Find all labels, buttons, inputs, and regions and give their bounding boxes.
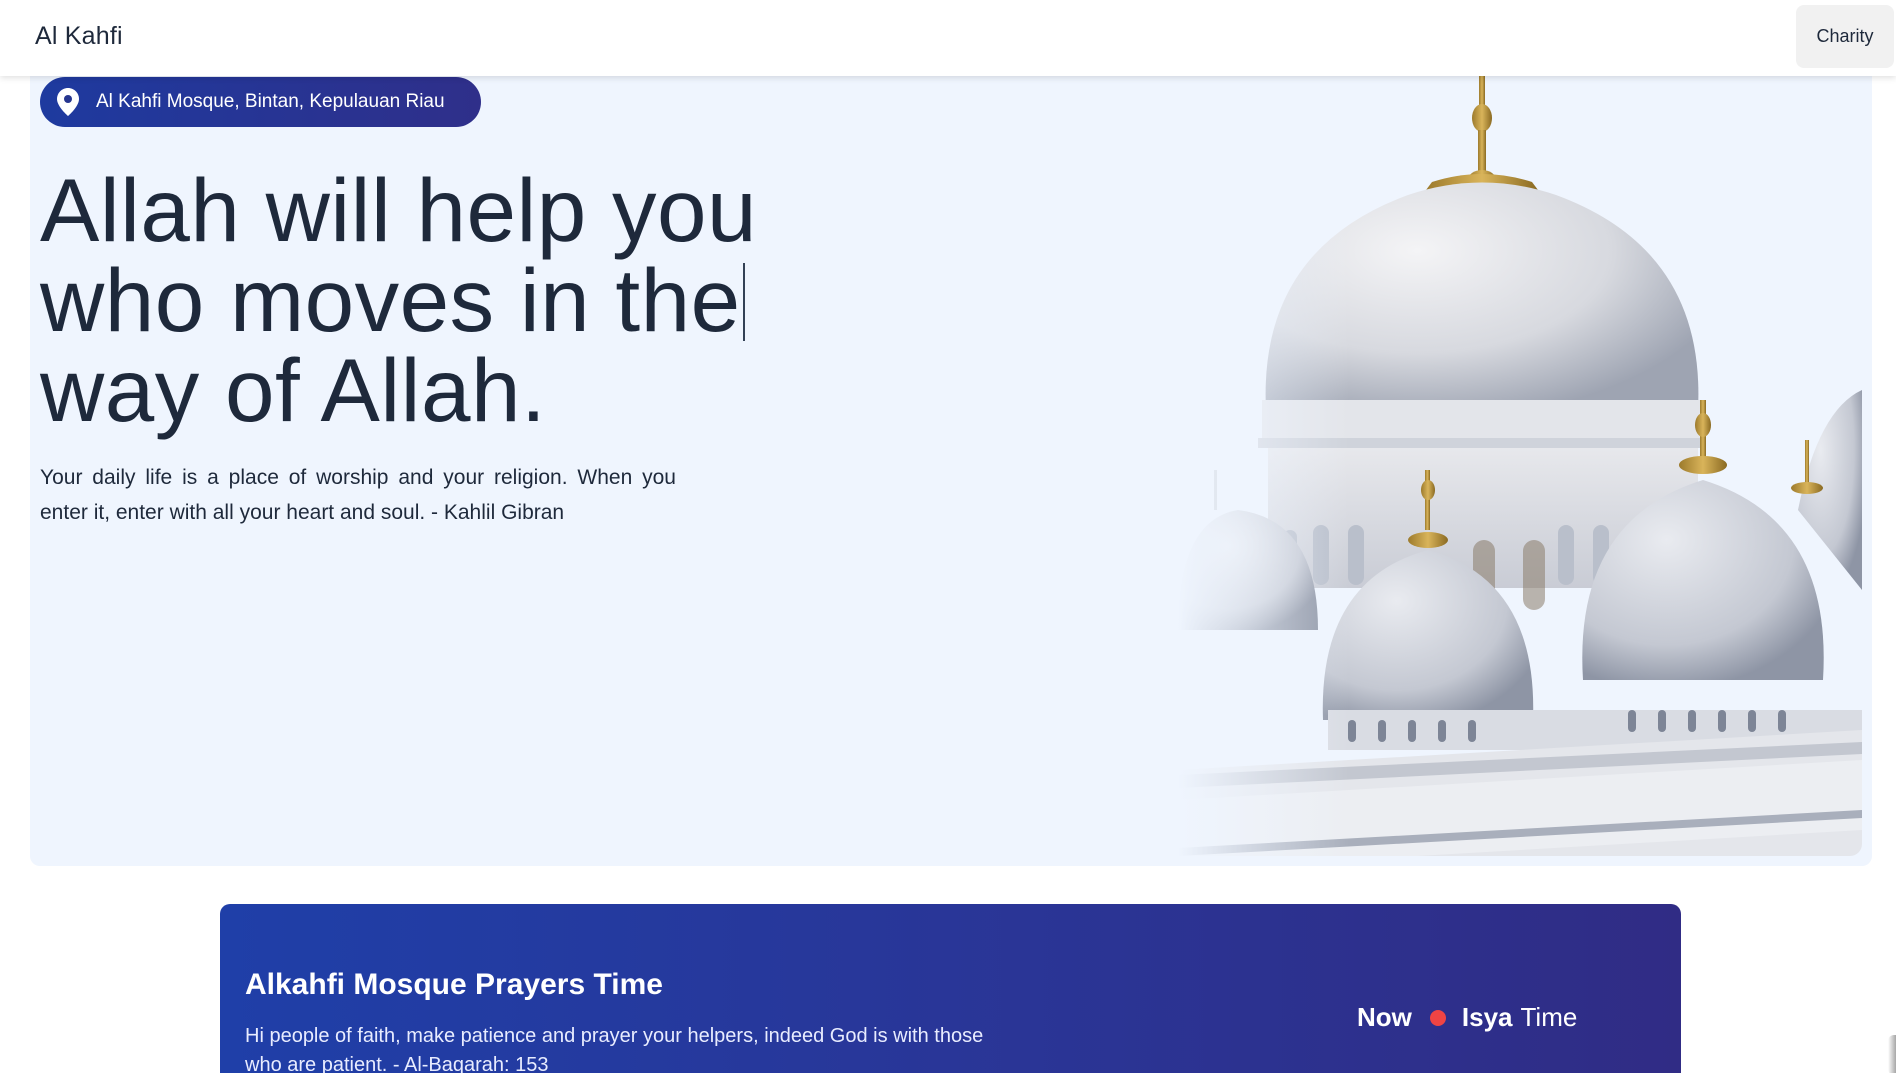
charity-button[interactable]: Charity [1796,5,1894,68]
current-prayer-indicator: Now Isya Time [1357,1002,1577,1033]
current-prayer-name: Isya [1461,1002,1513,1032]
text-cursor [742,263,745,341]
headline-line-2: who moves in the [40,255,820,345]
headline-line-1: Allah will help you [40,160,757,260]
brand-logo-text[interactable]: Al Kahfi [35,22,123,51]
live-status-dot-icon [1429,1009,1446,1026]
mosque-domes-image [1178,70,1862,856]
headline-line-2-text: who moves in the [40,250,741,350]
hero-headline: Allah will help you who moves in the way… [40,165,820,435]
prayer-card-title: Alkahfi Mosque Prayers Time [245,968,663,1001]
prayer-times-card: Alkahfi Mosque Prayers Time Hi people of… [220,904,1681,1073]
location-text: Al Kahfi Mosque, Bintan, Kepulauan Riau [96,91,445,112]
now-label: Now [1357,1002,1412,1032]
time-word: Time [1520,1002,1578,1032]
hero-quote: Your daily life is a place of worship an… [40,466,676,524]
headline-line-3: way of Allah. [40,340,547,440]
prayer-card-description: Hi people of faith, make patience and pr… [245,1025,984,1073]
hero-section: Al Kahfi Mosque, Bintan, Kepulauan Riau … [30,70,1872,866]
top-navbar: Al Kahfi Charity [0,0,1896,76]
location-badge: Al Kahfi Mosque, Bintan, Kepulauan Riau [40,77,481,127]
scroll-edge-shadow [1888,1035,1896,1073]
map-pin-icon [57,88,79,116]
